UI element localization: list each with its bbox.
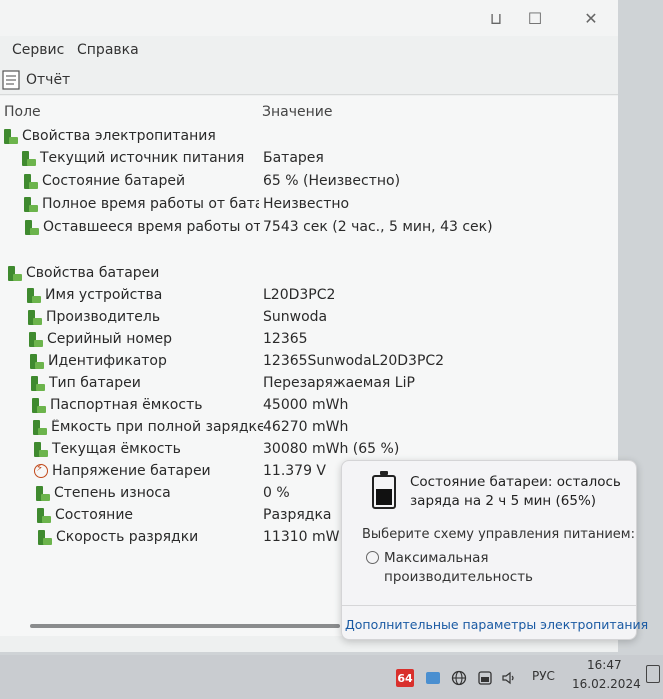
battery-leaf-icon: [28, 309, 42, 325]
value-cell: 65 % (Неизвестно): [263, 173, 401, 189]
battery-leaf-icon: [34, 441, 48, 457]
menu-bar: Сервис Справка: [0, 38, 618, 62]
field-cell: Степень износа: [36, 485, 266, 501]
field-cell: Полное время работы от бата...: [24, 196, 259, 212]
column-header-field[interactable]: Поле: [4, 104, 41, 120]
value-cell: Sunwoda: [263, 309, 328, 325]
power-scheme-prompt: Выберите схему управления питанием:: [362, 527, 635, 542]
field-cell: Состояние: [37, 507, 267, 523]
taskbar: 64 РУС 16:47 16.02.2024: [0, 655, 663, 699]
table-row[interactable]: Идентификатор 12365SunwodaL20D3PC2: [0, 351, 618, 373]
battery-leaf-icon: [30, 353, 44, 369]
field-cell: Серийный номер: [29, 331, 259, 347]
field-cell: Скорость разрядки: [38, 529, 268, 545]
value-cell: Батарея: [263, 150, 324, 166]
minimize-button[interactable]: ⊔: [478, 6, 514, 30]
field-cell: Состояние батарей: [24, 173, 259, 189]
battery-leaf-icon: [24, 196, 38, 212]
battery-icon: [372, 471, 396, 509]
flyout-divider: [342, 605, 636, 606]
table-row[interactable]: Паспортная ёмкость 45000 mWh: [0, 395, 618, 417]
battery-leaf-icon: [24, 173, 38, 189]
battery-leaf-icon: [27, 287, 41, 303]
clock-time[interactable]: 16:47: [587, 658, 622, 672]
field-cell: Паспортная ёмкость: [32, 397, 262, 413]
group-label-battery: Свойства батареи: [8, 265, 159, 281]
table-row[interactable]: Имя устройства L20D3PC2: [0, 285, 618, 307]
battery-leaf-icon: [8, 265, 22, 281]
table-row[interactable]: Полное время работы от бата... Неизвестн…: [0, 194, 618, 216]
clock-date[interactable]: 16.02.2024: [572, 677, 641, 691]
power-scheme-option[interactable]: Максимальная производительность: [384, 549, 584, 587]
field-cell: Тип батареи: [31, 375, 261, 391]
value-cell: 11.379 V: [263, 463, 327, 479]
field-cell: Ёмкость при полной зарядке: [33, 419, 263, 435]
table-row[interactable]: Текущий источник питания Батарея: [0, 148, 618, 170]
app-tray-icon[interactable]: [424, 669, 442, 687]
battery-flyout: Состояние батареи: осталось заряда на 2 …: [341, 460, 648, 640]
field-cell: Текущий источник питания: [22, 150, 257, 166]
value-cell: L20D3PC2: [263, 287, 336, 303]
volume-icon[interactable]: [500, 669, 518, 687]
table-row[interactable]: Серийный номер 12365: [0, 329, 618, 351]
field-cell: Имя устройства: [27, 287, 257, 303]
value-cell: 30080 mWh (65 %): [263, 441, 400, 457]
notification-icon[interactable]: [646, 665, 660, 683]
battery-leaf-icon: [38, 529, 52, 545]
field-cell: Производитель: [28, 309, 258, 325]
battery-leaf-icon: [37, 507, 51, 523]
column-header-value[interactable]: Значение: [262, 104, 332, 120]
battery-leaf-icon: [4, 128, 18, 144]
value-cell: 45000 mWh: [263, 397, 349, 413]
field-cell: Напряжение батареи: [34, 463, 264, 479]
table-row[interactable]: Ёмкость при полной зарядке 46270 mWh: [0, 417, 618, 439]
report-button[interactable]: Отчёт: [2, 68, 70, 92]
maximize-button[interactable]: ☐: [517, 6, 553, 30]
report-label: Отчёт: [26, 72, 71, 88]
value-cell: 7543 сек (2 час., 5 мин, 43 сек): [263, 219, 493, 235]
table-row[interactable]: Тип батареи Перезаряжаемая LiP: [0, 373, 618, 395]
value-cell: Разрядка: [263, 507, 332, 523]
value-cell: 0 %: [263, 485, 290, 501]
group-row-power[interactable]: Свойства электропитания: [0, 126, 618, 148]
field-cell: Оставшееся время работы от ...: [25, 219, 260, 235]
field-cell: Текущая ёмкость: [34, 441, 264, 457]
battery-leaf-icon: [33, 419, 47, 435]
table-row[interactable]: Текущая ёмкость 30080 mWh (65 %): [0, 439, 618, 461]
table-row[interactable]: Оставшееся время работы от ... 7543 сек …: [0, 217, 618, 239]
battery-leaf-icon: [25, 219, 39, 235]
value-cell: Неизвестно: [263, 196, 350, 212]
group-row-battery[interactable]: Свойства батареи: [0, 263, 618, 285]
menu-service[interactable]: Сервис: [12, 42, 64, 58]
field-cell: Идентификатор: [30, 353, 260, 369]
input-language[interactable]: РУС: [532, 669, 555, 683]
battery-status-text: Состояние батареи: осталось заряда на 2 …: [410, 474, 621, 509]
aida64-tray-icon[interactable]: 64: [396, 669, 414, 687]
power-options-link[interactable]: Дополнительные параметры электропитания: [345, 617, 648, 632]
network-globe-icon[interactable]: [450, 669, 468, 687]
horizontal-scrollbar[interactable]: [30, 624, 340, 628]
battery-leaf-icon: [32, 397, 46, 413]
value-cell: 12365: [263, 331, 308, 347]
toolbar: Отчёт: [0, 66, 618, 95]
power-scheme-radio[interactable]: [366, 551, 379, 564]
battery-leaf-icon: [31, 375, 45, 391]
battery-leaf-icon: [29, 331, 43, 347]
value-cell: 46270 mWh: [263, 419, 349, 435]
value-cell: 11310 mW: [263, 529, 340, 545]
value-cell: Перезаряжаемая LiP: [263, 375, 415, 391]
battery-leaf-icon: [22, 150, 36, 166]
battery-tray-icon[interactable]: [476, 669, 494, 687]
voltage-icon: [34, 463, 48, 478]
menu-help[interactable]: Справка: [77, 42, 139, 58]
value-cell: 12365SunwodaL20D3PC2: [263, 353, 445, 369]
table-row[interactable]: Производитель Sunwoda: [0, 307, 618, 329]
title-bar: ⊔ ☐ ✕: [0, 0, 618, 36]
report-icon: [2, 70, 20, 90]
table-row[interactable]: Состояние батарей 65 % (Неизвестно): [0, 171, 618, 193]
close-button[interactable]: ✕: [573, 6, 609, 30]
group-label-power: Свойства электропитания: [4, 128, 216, 144]
battery-leaf-icon: [36, 485, 50, 501]
